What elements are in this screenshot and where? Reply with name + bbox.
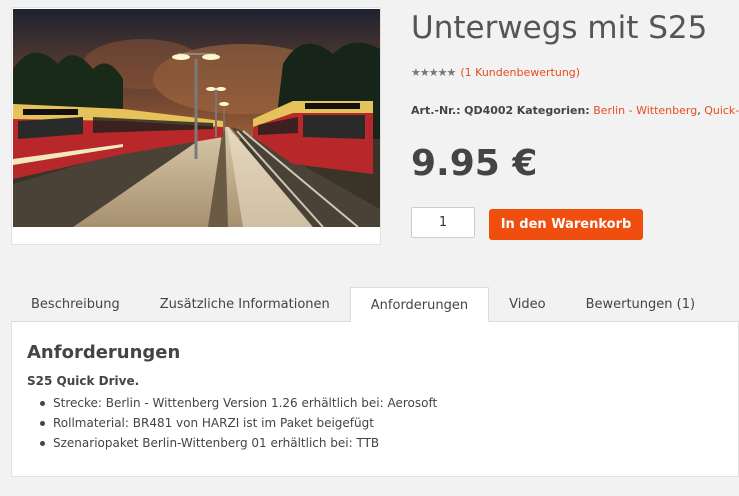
categories-label: Kategorien: — [516, 104, 590, 117]
rating-stars-icon: ★ ★ ★ ★ ★ — [411, 66, 457, 79]
requirements-panel: Anforderungen S25 Quick Drive. Strecke: … — [11, 322, 739, 477]
list-item: Rollmaterial: BR481 von HARZI ist im Pak… — [40, 413, 437, 433]
sku-value: QD4002 — [464, 104, 514, 117]
category-link-berlin-wittenberg[interactable]: Berlin - Wittenberg — [593, 104, 697, 117]
review-count-link[interactable]: (1 Kundenbewertung) — [460, 66, 580, 79]
bullet-icon — [40, 420, 45, 426]
product-title: Unterwegs mit S25 — [411, 10, 708, 46]
panel-title: Anforderungen — [27, 342, 181, 363]
list-item: Szenariopaket Berlin-Wittenberg 01 erhäl… — [40, 433, 437, 453]
bullet-icon — [40, 400, 45, 406]
product-tabs: Beschreibung Zusätzliche Informationen A… — [11, 287, 739, 323]
product-price: 9.95 € — [411, 143, 538, 184]
tab-anforderungen[interactable]: Anforderungen — [349, 287, 490, 323]
quantity-input[interactable] — [411, 207, 475, 238]
star-icon: ★ — [411, 66, 421, 79]
product-image[interactable] — [13, 9, 380, 227]
category-link-quick-drive[interactable]: Quick-Drive — [704, 104, 739, 117]
tab-zusaetzliche-informationen[interactable]: Zusätzliche Informationen — [140, 287, 350, 322]
product-rating: ★ ★ ★ ★ ★ (1 Kundenbewertung) — [411, 66, 580, 79]
star-icon: ★ — [419, 66, 430, 79]
tab-video[interactable]: Video — [489, 287, 565, 322]
tab-bewertungen[interactable]: Bewertungen (1) — [566, 287, 716, 322]
tab-beschreibung[interactable]: Beschreibung — [11, 287, 140, 322]
product-image-frame — [11, 7, 381, 245]
product-meta: Art.-Nr.: QD4002 Kategorien: Berlin - Wi… — [411, 104, 739, 117]
train-station-photo-icon — [13, 9, 380, 227]
panel-subtitle: S25 Quick Drive. — [27, 374, 140, 388]
sku-label: Art.-Nr.: — [411, 104, 461, 117]
add-to-cart-button[interactable]: In den Warenkorb — [489, 209, 643, 240]
bullet-icon — [40, 440, 45, 446]
star-icon: ★ — [428, 66, 439, 79]
star-icon: ★ — [446, 66, 457, 79]
star-icon: ★ — [437, 66, 448, 79]
list-item: Strecke: Berlin - Wittenberg Version 1.2… — [40, 393, 437, 413]
requirements-list: Strecke: Berlin - Wittenberg Version 1.2… — [40, 393, 437, 453]
